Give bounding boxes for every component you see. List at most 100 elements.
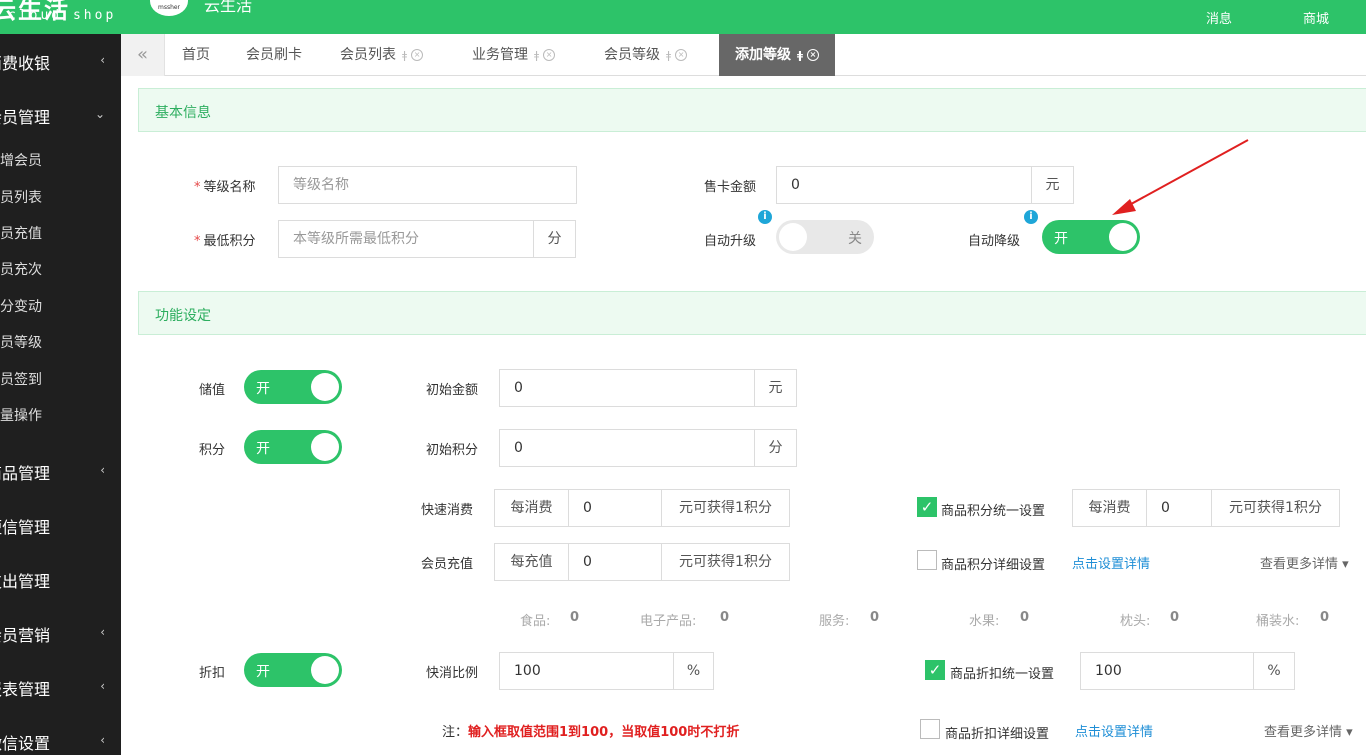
pin-icon[interactable]: ǂ [534,49,539,62]
sidebar-subitem-add-member[interactable]: 新增会员 [0,150,42,170]
level-name-label: * 等级名称 [194,180,256,195]
info-icon[interactable]: i [758,210,772,224]
toggle-knob [1109,223,1137,251]
sidebar-item-goods[interactable]: 商品管理 ‹ [0,452,121,492]
stored-value-toggle[interactable]: 开 [244,370,342,404]
card-price-input[interactable]: 0 [776,166,1032,204]
discount-toggle[interactable]: 开 [244,653,342,687]
quick-consume-input[interactable]: 0 [568,489,662,527]
pin-icon[interactable]: ǂ [797,49,803,62]
stored-value-label: 储值 [199,383,226,398]
chevron-left-icon: ‹ [100,53,105,67]
goods-discount-detail-checkbox[interactable] [920,719,940,739]
top-bar: 云生活 cloud shop mssher 云生活 消息 商城 [0,0,1366,34]
toggle-knob [311,656,339,684]
close-icon[interactable]: × [543,49,556,61]
category-value: 0 [570,610,580,625]
quick-ratio-input[interactable]: 100 [499,652,674,690]
close-icon[interactable]: × [675,49,688,61]
tab-label: 会员等级 [604,47,660,63]
close-icon[interactable]: × [411,49,424,61]
discount-label: 折扣 [199,666,226,681]
goods-discount-unified-checkbox[interactable]: ✓ [925,660,945,680]
tab-member-level[interactable]: 会员等级 ǂ × [604,34,688,76]
goods-discount-detail-label: 商品折扣详细设置 [945,727,1050,742]
sidebar-subitem-batch[interactable]: 批量操作 [0,405,42,425]
sidebar-item-checkout[interactable]: 消费收银 ‹ [0,42,121,82]
recharge-prefix: 每充值 [494,543,569,581]
section-feature-settings: 功能设定 [138,291,1366,335]
tab-scroll-left-icon[interactable]: « [121,34,165,76]
messages-link[interactable]: 消息 [1206,8,1232,27]
category-name: 桶装水: [1256,614,1300,629]
sidebar-item-wechat[interactable]: 微信设置 ‹ [0,722,121,755]
goods-points-detail-label: 商品积分详细设置 [941,558,1046,573]
category-name: 食品: [520,614,551,629]
sidebar-subitem-points-change[interactable]: 积分变动 [0,296,42,316]
set-details-link[interactable]: 点击设置详情 [1072,553,1150,572]
pin-icon[interactable]: ǂ [666,49,671,62]
section-title: 功能设定 [155,308,211,324]
initial-points-unit: 分 [754,429,797,467]
sidebar-item-members[interactable]: 会员管理 ⌄ [0,96,121,136]
toggle-state: 开 [1054,231,1068,247]
goods-points-unified-checkbox[interactable]: ✓ [917,497,937,517]
goods-discount-input[interactable]: 100 [1080,652,1255,690]
min-points-unit: 分 [533,220,576,258]
annotation-arrow-icon [1112,139,1249,215]
chevron-left-icon: ‹ [100,463,105,477]
info-icon[interactable]: i [1024,210,1038,224]
sidebar-subitem-member-signin[interactable]: 会员签到 [0,369,42,389]
category-name: 水果: [969,614,1000,629]
goods-points-suffix: 元可获得1积分 [1211,489,1340,527]
goods-points-detail-checkbox[interactable] [917,550,937,570]
goods-points-input[interactable]: 0 [1146,489,1212,527]
more-details-dropdown[interactable]: 查看更多详情 ▾ [1264,721,1353,740]
sidebar-subitem-member-recharge[interactable]: 会员充值 [0,223,42,243]
points-toggle[interactable]: 开 [244,430,342,464]
auto-downgrade-toggle[interactable]: 开 [1042,220,1140,254]
auto-upgrade-label: 自动升级 [704,234,757,249]
auto-downgrade-label: 自动降级 [968,234,1021,249]
toggle-state: 关 [848,231,862,247]
sidebar-item-reports[interactable]: 报表管理 ‹ [0,668,121,708]
auto-upgrade-toggle[interactable]: 关 [776,220,874,254]
mall-link[interactable]: 商城 [1303,8,1329,27]
sidebar-item-expense[interactable]: 支出管理 [0,560,121,600]
toggle-knob [779,223,807,251]
recharge-label: 会员充值 [421,557,474,572]
points-label: 积分 [199,443,226,458]
toggle-state: 开 [256,441,270,457]
recharge-input[interactable]: 0 [568,543,662,581]
store-name: 云生活 [204,0,253,15]
tab-member-card[interactable]: 会员刷卡 [246,34,302,76]
category-name: 电子产品: [640,614,697,629]
goods-points-prefix: 每消费 [1072,489,1147,527]
sidebar-item-marketing[interactable]: 会员营销 ‹ [0,614,121,654]
sidebar-item-label: 支出管理 [0,572,51,591]
set-details-link[interactable]: 点击设置详情 [1075,721,1153,740]
tab-member-list[interactable]: 会员列表 ǂ × [340,34,424,76]
avatar[interactable]: mssher [150,0,188,16]
sidebar-subitem-member-times[interactable]: 会员充次 [0,259,42,279]
close-icon[interactable]: × [806,49,819,61]
card-price-unit: 元 [1031,166,1074,204]
pin-icon[interactable]: ǂ [402,49,407,62]
tab-home[interactable]: 首页 [182,34,210,76]
tab-business[interactable]: 业务管理 ǂ × [472,34,556,76]
category-name: 服务: [819,614,850,629]
sidebar-item-label: 会员管理 [0,108,51,127]
min-points-label: * 最低积分 [194,234,256,249]
tab-add-level[interactable]: 添加等级 ǂ × [719,34,835,76]
quick-consume-prefix: 每消费 [494,489,569,527]
level-name-input[interactable]: 等级名称 [278,166,577,204]
sidebar-item-sms[interactable]: 短信管理 [0,506,121,546]
initial-points-input[interactable]: 0 [499,429,755,467]
initial-amount-input[interactable]: 0 [499,369,755,407]
min-points-input[interactable]: 本等级所需最低积分 [278,220,534,258]
more-details-dropdown[interactable]: 查看更多详情 ▾ [1260,553,1349,572]
sidebar-subitem-member-list[interactable]: 会员列表 [0,187,42,207]
card-price-label: 售卡金额 [704,180,757,195]
sidebar-subitem-member-level[interactable]: 会员等级 [0,332,42,352]
chevron-left-icon: ‹ [100,679,105,693]
